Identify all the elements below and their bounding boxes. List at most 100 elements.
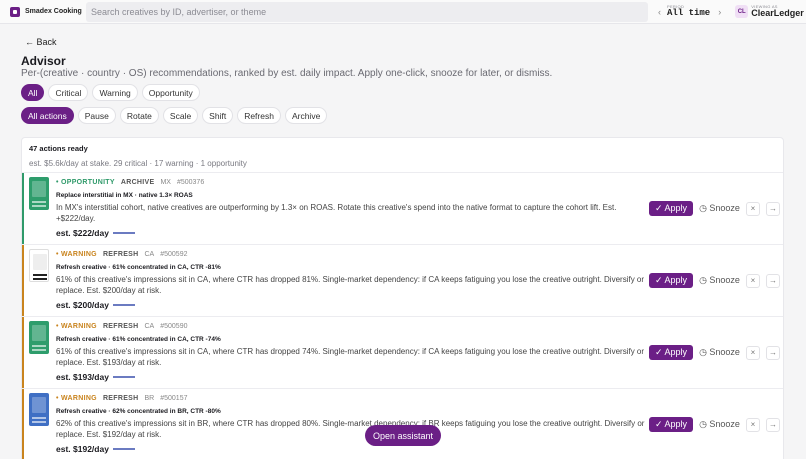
recommendation-row: • WARNING REFRESH BR #500157 Refresh cre… [22, 388, 783, 459]
severity-label: • WARNING [56, 395, 97, 402]
period-selector[interactable]: ‹ PERIOD All time › [658, 5, 721, 18]
creative-thumbnail[interactable] [29, 177, 49, 210]
summary: 47 actions ready est. $5.6k/day at stake… [22, 138, 783, 168]
filter-pause[interactable]: Pause [77, 107, 116, 124]
creative-id[interactable]: #500592 [160, 251, 187, 258]
impact-value: est. $200/day [56, 300, 109, 310]
impact-bar [112, 304, 135, 306]
creative-thumbnail[interactable] [29, 321, 49, 354]
recommendation-row: • WARNING REFRESH CA #500590 Refresh cre… [22, 316, 783, 389]
viewing-name: ClearLedger [751, 8, 804, 18]
snooze-button[interactable]: ◷ Snooze [699, 201, 740, 216]
creative-id[interactable]: #500157 [160, 395, 187, 402]
recommendation-headline: Replace interstitial in MX · native 1.3×… [56, 192, 193, 199]
dismiss-icon[interactable]: × [745, 417, 760, 432]
impact-estimate: est. $200/day [56, 300, 135, 310]
action-filter: All actions Pause Rotate Scale Shift Ref… [21, 107, 328, 124]
arrow-right-icon[interactable]: → [765, 417, 780, 432]
impact-value: est. $192/day [56, 444, 109, 454]
snooze-button[interactable]: ◷ Snooze [699, 417, 740, 432]
action-type: REFRESH [102, 251, 139, 258]
summary-count: 47 actions ready [29, 144, 88, 153]
recommendation-row: • WARNING REFRESH CA #500592 Refresh cre… [22, 244, 783, 317]
snooze-button[interactable]: ◷ Snooze [699, 273, 740, 288]
back-link[interactable]: ← Back [25, 37, 57, 47]
severity-bar [22, 245, 24, 317]
recommendation-description: 61% of this creative's impressions sit i… [56, 347, 645, 367]
severity-label: • WARNING [56, 251, 97, 258]
dismiss-icon[interactable]: × [745, 345, 760, 360]
filter-opportunity[interactable]: Opportunity [141, 84, 200, 101]
severity-label: • OPPORTUNITY [56, 179, 115, 186]
impact-estimate: est. $193/day [56, 372, 135, 382]
recommendation-headline: Refresh creative · 62% concentrated in B… [56, 408, 221, 415]
apply-button[interactable]: ✓ Apply [649, 417, 694, 432]
chevron-right-icon[interactable]: › [718, 7, 721, 17]
country-code: CA [144, 251, 155, 258]
arrow-right-icon[interactable]: → [765, 345, 780, 360]
filter-critical[interactable]: Critical [48, 84, 89, 101]
severity-filter: All Critical Warning Opportunity [21, 84, 200, 101]
dismiss-icon[interactable]: × [745, 201, 760, 216]
apply-button[interactable]: ✓ Apply [649, 345, 694, 360]
filter-warning[interactable]: Warning [92, 84, 138, 101]
filter-all-actions[interactable]: All actions [21, 107, 74, 124]
creative-id[interactable]: #500376 [177, 179, 204, 186]
row-actions: ✓ Apply ◷ Snooze × → [649, 273, 780, 288]
recommendation-headline: Refresh creative · 61% concentrated in C… [56, 264, 221, 271]
impact-bar [112, 232, 135, 234]
country-code: BR [144, 395, 155, 402]
recommendation-headline: Refresh creative · 61% concentrated in C… [56, 336, 221, 343]
brand-logo-icon [10, 6, 20, 17]
apply-button[interactable]: ✓ Apply [649, 273, 694, 288]
country-code: CA [144, 323, 155, 330]
recommendation-row: • OPPORTUNITY ARCHIVE MX #500376 Replace… [22, 172, 783, 245]
impact-estimate: est. $222/day [56, 228, 135, 238]
filter-rotate[interactable]: Rotate [119, 107, 159, 124]
recommendations-panel: 47 actions ready est. $5.6k/day at stake… [21, 137, 784, 459]
search-box[interactable] [86, 1, 648, 22]
severity-bar [22, 389, 24, 459]
action-type: REFRESH [102, 395, 139, 402]
period-value[interactable]: All time [667, 9, 710, 18]
account-switcher[interactable]: CL VIEWING AS ClearLedger [735, 5, 804, 18]
top-bar: Smadex Cooking ‹ PERIOD All time › CL VI… [0, 0, 806, 24]
filter-shift[interactable]: Shift [202, 107, 234, 124]
recommendation-description: 61% of this creative's impressions sit i… [56, 275, 645, 295]
avatar: CL [735, 5, 749, 18]
impact-bar [112, 376, 135, 378]
brand[interactable]: Smadex Cooking [10, 6, 82, 17]
recommendation-description: 62% of this creative's impressions sit i… [56, 419, 645, 439]
dismiss-icon[interactable]: × [745, 273, 760, 288]
filter-archive[interactable]: Archive [284, 107, 328, 124]
impact-value: est. $193/day [56, 372, 109, 382]
row-actions: ✓ Apply ◷ Snooze × → [649, 417, 780, 432]
arrow-right-icon[interactable]: → [765, 273, 780, 288]
filter-scale[interactable]: Scale [162, 107, 199, 124]
action-type: REFRESH [102, 323, 139, 330]
row-actions: ✓ Apply ◷ Snooze × → [649, 345, 780, 360]
summary-meta: est. $5.6k/day at stake. 29 critical · 1… [29, 159, 247, 168]
severity-bar [22, 173, 24, 245]
apply-button[interactable]: ✓ Apply [649, 201, 694, 216]
severity-bar [22, 317, 24, 389]
severity-label: • WARNING [56, 323, 97, 330]
creative-thumbnail[interactable] [29, 393, 49, 426]
page-subtitle: Per-(creative · country · OS) recommenda… [21, 68, 553, 79]
creative-thumbnail[interactable] [29, 249, 49, 282]
filter-refresh[interactable]: Refresh [237, 107, 281, 124]
page-title: Advisor [21, 54, 66, 68]
snooze-button[interactable]: ◷ Snooze [699, 345, 740, 360]
brand-name: Smadex Cooking [25, 8, 82, 15]
arrow-right-icon[interactable]: → [765, 201, 780, 216]
impact-estimate: est. $192/day [56, 444, 135, 454]
recommendation-description: In MX's interstitial cohort, native crea… [56, 203, 617, 223]
filter-all[interactable]: All [21, 84, 45, 101]
action-type: ARCHIVE [120, 179, 155, 186]
chevron-left-icon[interactable]: ‹ [658, 7, 661, 17]
country-code: MX [160, 179, 171, 186]
impact-value: est. $222/day [56, 228, 109, 238]
creative-id[interactable]: #500590 [160, 323, 187, 330]
search-input[interactable] [91, 6, 648, 17]
open-assistant-button[interactable]: Open assistant [365, 425, 441, 446]
